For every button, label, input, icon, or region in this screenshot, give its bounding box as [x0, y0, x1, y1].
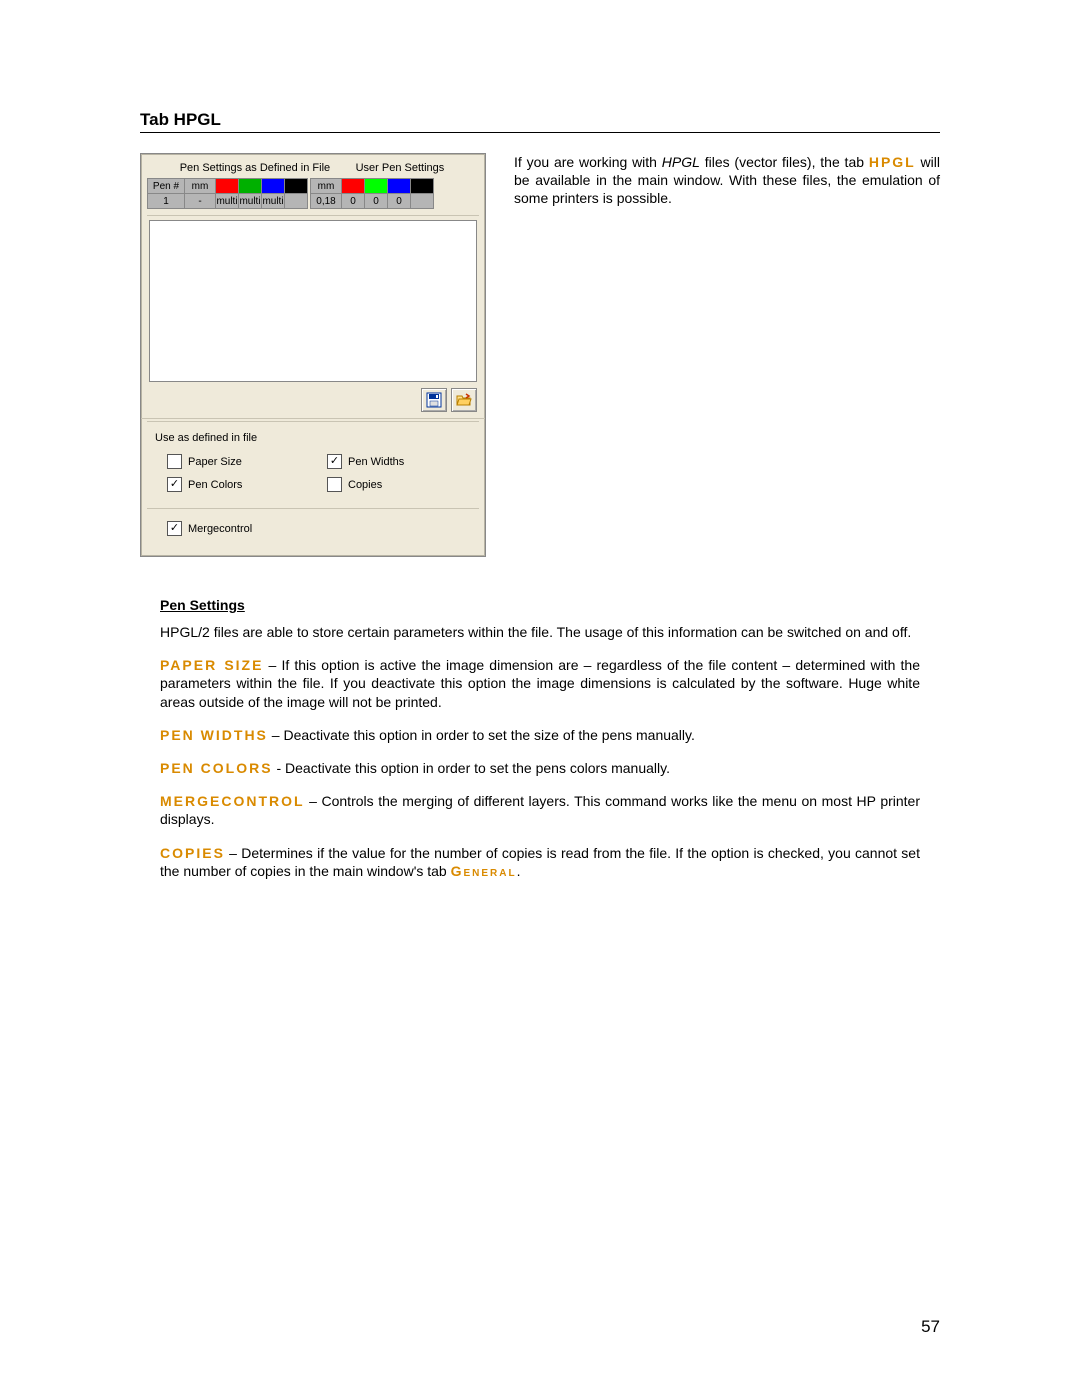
body-paragraph: PEN COLORS - Deactivate this option in o… [160, 759, 920, 777]
checkbox-label: Mergecontrol [188, 523, 252, 535]
checkbox-pen-colors[interactable]: ✓ Pen Colors [153, 473, 313, 496]
floppy-icon [426, 392, 442, 408]
section-title: Tab HPGL [140, 110, 940, 133]
file-settings-label: Pen Settings as Defined in File [180, 162, 330, 174]
checkbox-label: Paper Size [188, 456, 242, 468]
checkbox-paper-size[interactable]: Paper Size [153, 450, 313, 473]
checkbox-icon: ✓ [327, 454, 342, 469]
checkbox-mergecontrol[interactable]: ✓ Mergecontrol [153, 517, 473, 540]
pen-settings-heading: Pen Settings [160, 597, 940, 613]
user-settings-label: User Pen Settings [356, 162, 445, 174]
checkbox-icon [327, 477, 342, 492]
file-pen-table: Pen # mm 1 - multi multi multi [147, 178, 308, 209]
checkbox-pen-widths[interactable]: ✓ Pen Widths [313, 450, 473, 473]
open-button[interactable] [451, 388, 477, 412]
intro-paragraph: If you are working with HPGL files (vect… [514, 153, 940, 208]
color-swatch-green [365, 179, 387, 193]
mergecontrol-keyword: MERGECONTROL [160, 793, 305, 809]
hpgl-keyword: HPGL [869, 154, 916, 170]
checkbox-label: Pen Colors [188, 479, 242, 491]
copies-keyword: COPIES [160, 845, 225, 861]
body-paragraph: PAPER SIZE – If this option is active th… [160, 656, 920, 711]
pen-widths-keyword: PEN WIDTHS [160, 727, 268, 743]
body-paragraph: MERGECONTROL – Controls the merging of d… [160, 792, 920, 828]
table-row: 1 - multi multi multi [148, 194, 308, 209]
user-pen-table: mm 0,18 0 0 0 [310, 178, 434, 209]
pen-list-area[interactable] [149, 220, 477, 382]
general-keyword: General [451, 863, 517, 879]
body-paragraph: COPIES – Determines if the value for the… [160, 844, 920, 880]
page-number: 57 [921, 1317, 940, 1337]
body-paragraph: HPGL/2 files are able to store certain p… [160, 623, 920, 641]
color-swatch-black [285, 179, 307, 193]
table-row: 0,18 0 0 0 [311, 194, 434, 209]
hpgl-dialog: Pen Settings as Defined in File User Pen… [140, 153, 486, 557]
checkbox-icon: ✓ [167, 521, 182, 536]
checkbox-label: Copies [348, 479, 382, 491]
checkbox-copies[interactable]: Copies [313, 473, 473, 496]
col-mm: mm [185, 179, 216, 194]
color-swatch-blue [388, 179, 410, 193]
color-swatch-green [239, 179, 261, 193]
body-paragraph: PEN WIDTHS – Deactivate this option in o… [160, 726, 920, 744]
col-mm: mm [311, 179, 342, 194]
checkbox-label: Pen Widths [348, 456, 404, 468]
col-pen-num: Pen # [148, 179, 185, 194]
paper-size-keyword: PAPER SIZE [160, 657, 263, 673]
pen-colors-keyword: PEN COLORS [160, 760, 273, 776]
checkbox-icon [167, 454, 182, 469]
save-button[interactable] [421, 388, 447, 412]
folder-open-icon [456, 392, 472, 408]
color-swatch-red [342, 179, 364, 193]
group-title: Use as defined in file [153, 428, 473, 450]
checkbox-icon: ✓ [167, 477, 182, 492]
color-swatch-red [216, 179, 238, 193]
color-swatch-blue [262, 179, 284, 193]
color-swatch-black [411, 179, 433, 193]
